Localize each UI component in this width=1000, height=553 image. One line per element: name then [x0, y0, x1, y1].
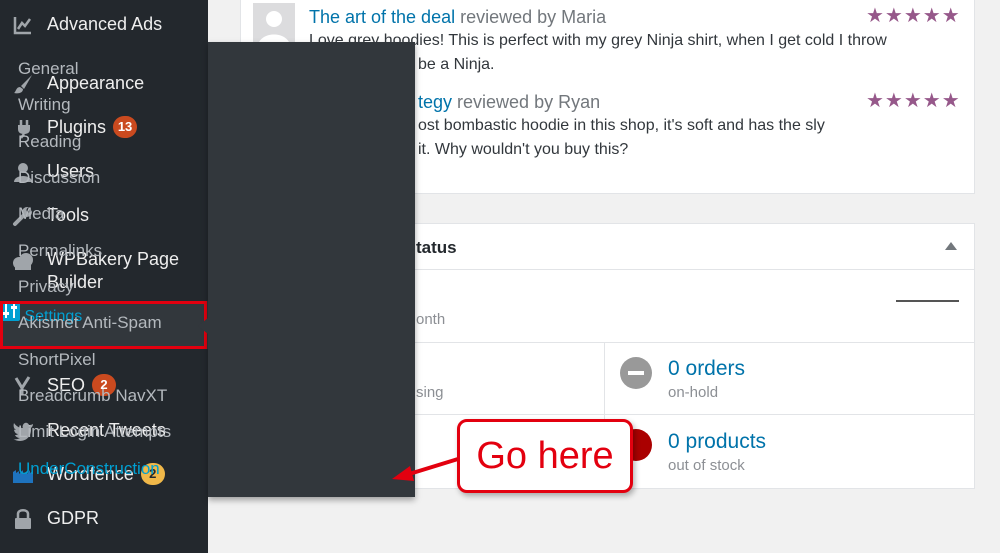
review-2-stars: ★★★★★ — [866, 90, 961, 112]
orders-on-hold-link[interactable]: 0 orders — [668, 357, 745, 381]
review-2-title: tegy reviewed by Ryan — [418, 92, 601, 112]
review-2-product-link[interactable]: tegy — [418, 92, 452, 112]
submenu-item-limit-login-attempts[interactable]: Limit Login Attempts — [18, 422, 171, 442]
review-1-product-link[interactable]: The art of the deal — [309, 7, 455, 27]
submenu-item-writing[interactable]: Writing — [18, 95, 71, 115]
settings-submenu — [208, 42, 415, 497]
review-2-text-line1: ost bombastic hoodie in this shop, it's … — [418, 117, 825, 134]
submenu-item-shortpixel[interactable]: ShortPixel — [18, 350, 95, 370]
review-1-text-line2: be a Ninja. — [418, 56, 495, 73]
chart-icon — [11, 13, 35, 37]
review-1-stars: ★★★★★ — [866, 5, 961, 27]
submenu-item-permalinks[interactable]: Permalinks — [18, 241, 102, 261]
review-1-title: The art of the deal reviewed by Maria — [309, 7, 607, 27]
submenu-pointer — [198, 318, 208, 334]
submenu-item-breadcrumb-navxt[interactable]: Breadcrumb NavXT — [18, 386, 167, 406]
out-of-stock-label: out of stock — [668, 457, 745, 474]
submenu-item-media[interactable]: Media — [18, 204, 64, 224]
submenu-item-privacy[interactable]: Privacy — [18, 277, 74, 297]
reviewer-avatar — [253, 3, 295, 45]
orders-on-hold-label: on-hold — [668, 384, 719, 401]
plugins-update-badge: 13 — [113, 116, 138, 138]
sparkline-line — [896, 300, 959, 302]
callout-arrow — [392, 457, 459, 481]
submenu-item-reading[interactable]: Reading — [18, 132, 81, 152]
out-of-stock-link[interactable]: 0 products — [668, 430, 766, 454]
lock-icon — [11, 507, 35, 531]
submenu-item-discussion[interactable]: Discussion — [18, 168, 100, 188]
go-here-callout: Go here — [457, 419, 633, 493]
collapse-toggle-icon[interactable] — [945, 242, 957, 250]
processing-label: sing — [416, 384, 444, 401]
status-panel-heading: tatus — [416, 238, 457, 257]
submenu-item-general[interactable]: General — [18, 59, 78, 79]
on-hold-icon — [620, 357, 652, 389]
submenu-item-underconstruction[interactable]: UnderConstruction — [18, 459, 160, 479]
net-sales-month-label: onth — [416, 311, 446, 328]
submenu-item-akismet[interactable]: Akismet Anti-Spam — [18, 313, 162, 333]
review-2-text-line2: it. Why wouldn't you buy this? — [418, 141, 629, 158]
